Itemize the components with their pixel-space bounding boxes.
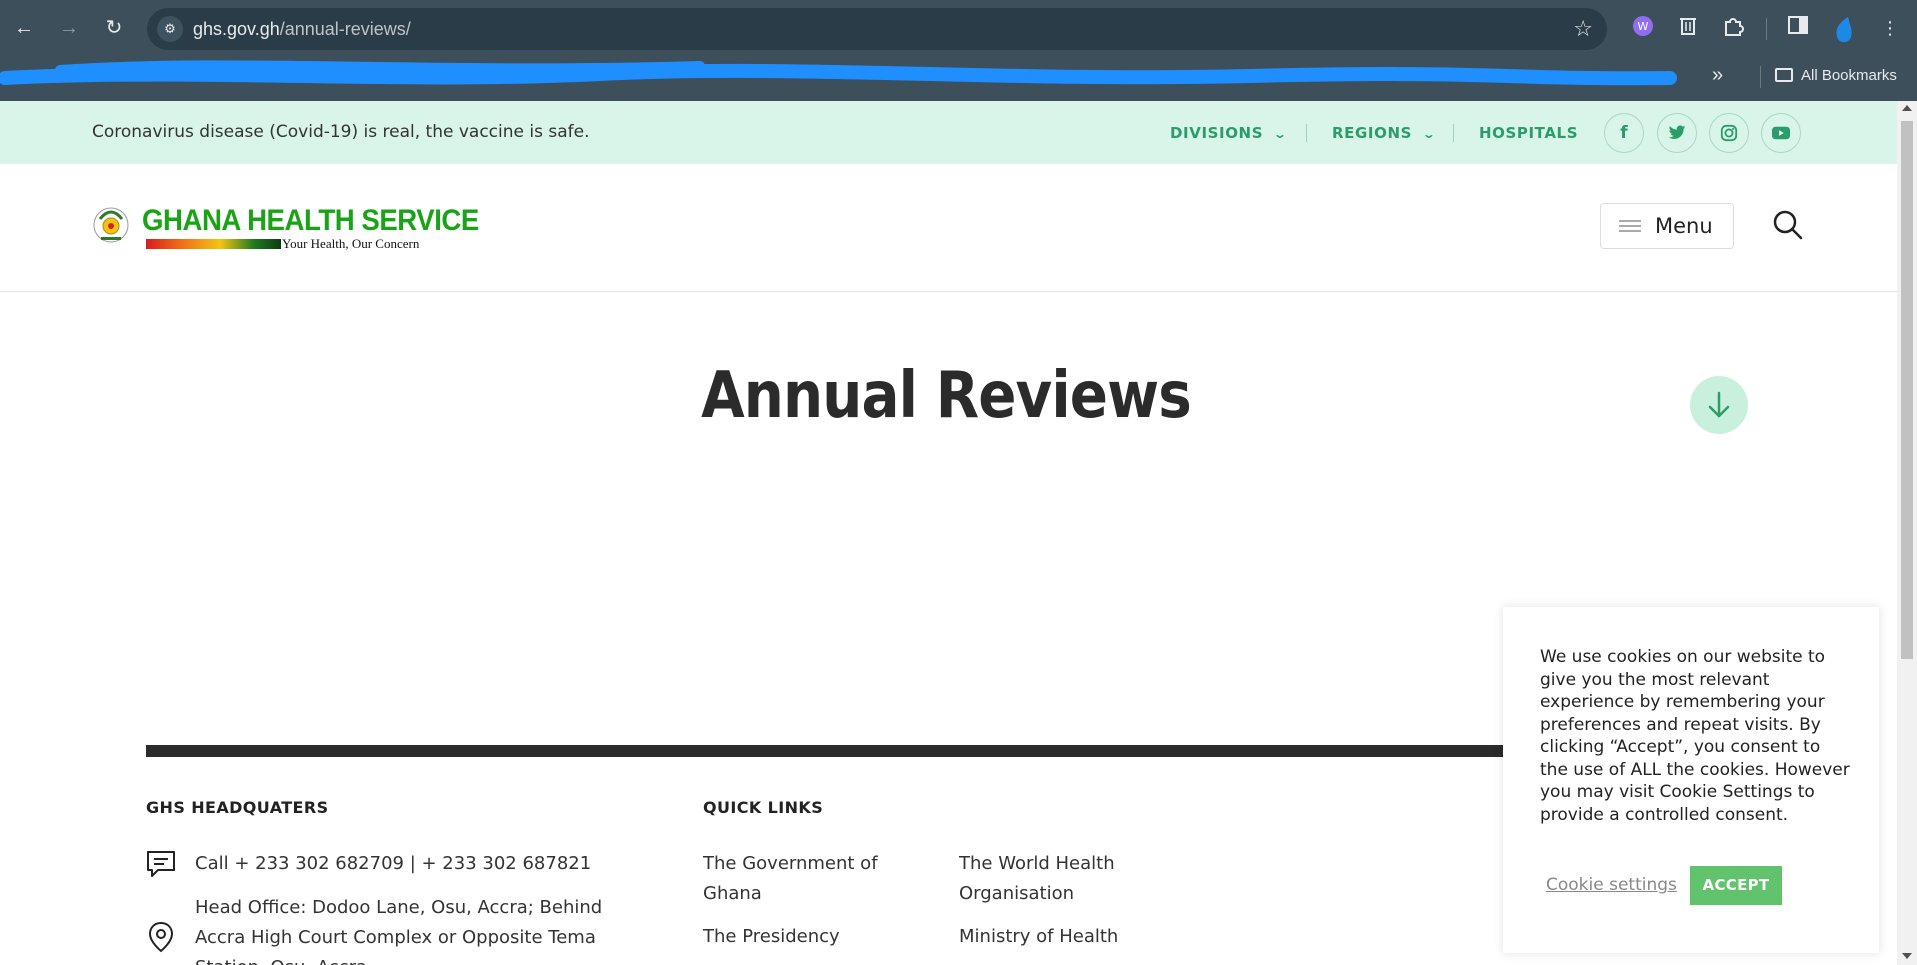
site-header: GHANA HEALTH SERVICE Your Health, Our Co… bbox=[0, 164, 1897, 292]
link-line: The Presidency bbox=[703, 926, 840, 947]
scrollbar-thumb[interactable] bbox=[1901, 121, 1913, 659]
link-line: The World Health bbox=[959, 853, 1115, 874]
hq-address-line: Accra High Court Complex or Opposite Tem… bbox=[195, 927, 596, 948]
url-path: /annual-reviews/ bbox=[279, 19, 411, 39]
cookie-message: We use cookies on our website to give yo… bbox=[1540, 647, 1850, 825]
logo-title: GHANA HEALTH SERVICE bbox=[142, 204, 479, 237]
hq-heading: GHS HEADQUATERS bbox=[146, 798, 329, 817]
map-pin-icon bbox=[148, 921, 174, 953]
url-host: ghs.gov.gh bbox=[193, 19, 280, 39]
reload-icon[interactable]: ↻ bbox=[102, 16, 126, 40]
page-scrollbar[interactable] bbox=[1897, 101, 1917, 965]
extension-w-icon[interactable]: W bbox=[1630, 15, 1656, 41]
nav-divider bbox=[1453, 124, 1454, 142]
hq-address-line: Station, Osu, Accra bbox=[195, 953, 602, 965]
scroll-up-arrow-icon[interactable] bbox=[1902, 105, 1912, 111]
arrow-down-icon bbox=[1708, 391, 1730, 418]
trash-icon[interactable] bbox=[1675, 15, 1701, 41]
logo-tagline: Your Health, Our Concern bbox=[282, 236, 420, 251]
svg-text:W: W bbox=[1638, 20, 1649, 33]
all-bookmarks-label: All Bookmarks bbox=[1801, 67, 1897, 84]
nav-regions[interactable]: REGIONS ⌄ bbox=[1332, 124, 1437, 142]
nav-hospitals[interactable]: HOSPITALS bbox=[1479, 124, 1578, 142]
scroll-down-arrow-icon[interactable] bbox=[1902, 953, 1912, 959]
menu-label: Menu bbox=[1655, 214, 1713, 238]
footer-divider bbox=[146, 745, 1506, 757]
link-the-presidency[interactable]: The Presidency bbox=[703, 922, 903, 952]
redaction-scribble bbox=[0, 60, 1677, 86]
folder-icon bbox=[1775, 68, 1793, 82]
nav-divisions-label: DIVISIONS bbox=[1170, 124, 1264, 142]
web-page: Coronavirus disease (Covid-19) is real, … bbox=[0, 101, 1897, 965]
side-panel-icon[interactable] bbox=[1785, 15, 1811, 41]
nav-hospitals-label: HOSPITALS bbox=[1479, 124, 1579, 142]
hq-phone: Call + 233 302 682709 | + 233 302 687821 bbox=[195, 853, 592, 874]
cookie-accept-button[interactable]: ACCEPT bbox=[1690, 866, 1782, 905]
back-arrow-icon[interactable]: ← bbox=[12, 16, 36, 40]
nav-regions-label: REGIONS bbox=[1332, 124, 1412, 142]
link-ministry-of-health[interactable]: Ministry of Health bbox=[959, 922, 1159, 952]
forward-arrow-icon[interactable]: → bbox=[57, 16, 81, 40]
search-icon[interactable] bbox=[1772, 209, 1804, 241]
instagram-icon[interactable] bbox=[1709, 113, 1749, 153]
quick-links-heading: QUICK LINKS bbox=[703, 798, 824, 817]
toolbar-divider bbox=[1766, 18, 1767, 40]
covid-notice: Coronavirus disease (Covid-19) is real, … bbox=[92, 122, 590, 142]
bookmarks-overflow-icon[interactable]: » bbox=[1712, 64, 1723, 87]
nav-divisions[interactable]: DIVISIONS ⌄ bbox=[1170, 124, 1288, 142]
cookie-consent-banner: We use cookies on our website to give yo… bbox=[1503, 607, 1879, 953]
cookie-settings-link[interactable]: Cookie settings bbox=[1546, 875, 1677, 895]
chat-icon bbox=[147, 851, 175, 877]
ghs-emblem-icon bbox=[93, 207, 129, 243]
site-logo[interactable]: GHANA HEALTH SERVICE Your Health, Our Co… bbox=[92, 204, 479, 254]
link-line: Organisation bbox=[959, 883, 1075, 904]
site-info-icon[interactable]: ⚙ bbox=[157, 16, 183, 42]
kebab-menu-icon[interactable]: ⋮ bbox=[1877, 15, 1903, 41]
hq-address-line: Head Office: Dodoo Lane, Osu, Accra; Beh… bbox=[195, 897, 603, 918]
top-info-bar: Coronavirus disease (Covid-19) is real, … bbox=[0, 101, 1897, 164]
bookmarks-divider bbox=[1760, 66, 1761, 88]
bookmark-star-icon[interactable]: ☆ bbox=[1573, 16, 1593, 42]
hamburger-icon bbox=[1619, 220, 1641, 232]
chevron-down-icon: ⌄ bbox=[1272, 127, 1288, 141]
hq-address: Head Office: Dodoo Lane, Osu, Accra; Beh… bbox=[195, 893, 602, 965]
link-line: The Government of bbox=[703, 853, 878, 874]
link-line: Ghana bbox=[703, 883, 762, 904]
youtube-icon[interactable] bbox=[1761, 113, 1801, 153]
browser-toolbar: ← → ↻ ⚙ ghs.gov.gh/annual-reviews/ ☆ W ⋮ bbox=[0, 0, 1917, 59]
scroll-down-button[interactable] bbox=[1690, 376, 1748, 434]
link-line: Ministry of Health bbox=[959, 926, 1119, 947]
menu-button[interactable]: Menu bbox=[1600, 203, 1734, 249]
address-bar[interactable]: ⚙ ghs.gov.gh/annual-reviews/ ☆ bbox=[147, 8, 1607, 50]
all-bookmarks-button[interactable]: All Bookmarks bbox=[1775, 67, 1897, 84]
chevron-down-icon: ⌄ bbox=[1421, 127, 1437, 141]
link-government-of-ghana[interactable]: The Government of Ghana bbox=[703, 849, 903, 909]
link-world-health-organisation[interactable]: The World Health Organisation bbox=[959, 849, 1159, 909]
facebook-icon[interactable]: f bbox=[1604, 113, 1644, 153]
logo-color-bar bbox=[146, 239, 281, 249]
twitter-icon[interactable] bbox=[1657, 113, 1697, 153]
profile-avatar-icon[interactable] bbox=[1830, 15, 1856, 43]
extensions-puzzle-icon[interactable] bbox=[1720, 15, 1746, 41]
url-text[interactable]: ghs.gov.gh/annual-reviews/ bbox=[193, 19, 411, 40]
nav-divider bbox=[1306, 124, 1307, 142]
page-title: Annual Reviews bbox=[701, 359, 1192, 433]
